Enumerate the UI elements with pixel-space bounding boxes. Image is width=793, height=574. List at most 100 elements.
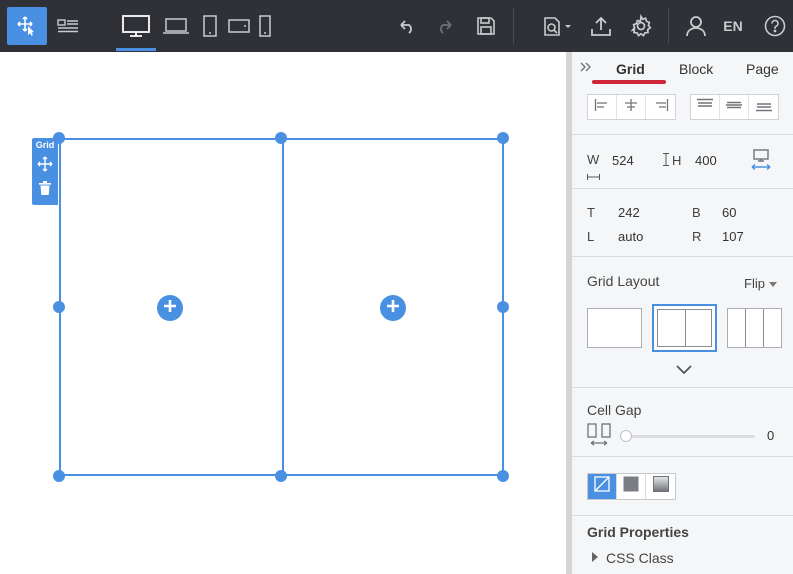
align-middle-button[interactable] <box>720 95 749 119</box>
device-tablet-landscape-button[interactable] <box>226 0 252 52</box>
top-toolbar: EN <box>0 0 793 52</box>
align-right-icon <box>653 98 669 117</box>
align-bottom-icon <box>755 98 773 117</box>
resize-handle-top-right[interactable] <box>497 132 509 144</box>
undo-icon <box>396 18 416 34</box>
panel-divider <box>572 456 793 457</box>
gradient-fill-icon <box>652 476 669 497</box>
double-chevron-right-icon <box>580 59 591 77</box>
resize-handle-bottom-middle[interactable] <box>275 470 287 482</box>
tab-page[interactable]: Page <box>746 61 779 77</box>
toolbar-divider <box>668 8 669 44</box>
align-left-icon <box>594 98 610 117</box>
account-button[interactable] <box>682 0 710 52</box>
panel-divider <box>572 256 793 257</box>
flip-label: Flip <box>744 275 765 291</box>
redo-button[interactable] <box>433 0 459 52</box>
panel-divider <box>572 188 793 189</box>
grid-element-tag: Grid <box>32 138 58 205</box>
active-device-indicator <box>116 48 156 51</box>
tab-grid[interactable]: Grid <box>616 61 645 77</box>
desktop-icon <box>121 14 151 38</box>
chevron-down-icon <box>676 362 692 379</box>
align-center-button[interactable] <box>617 95 646 119</box>
device-tablet-button[interactable] <box>199 0 221 52</box>
add-block-button-cell-2[interactable] <box>380 295 406 321</box>
undo-button[interactable] <box>393 0 419 52</box>
select-tool-button[interactable] <box>7 7 47 45</box>
layout-option-2-columns[interactable] <box>652 304 717 352</box>
cell-gap-slider-track[interactable] <box>625 435 755 438</box>
device-laptop-button[interactable] <box>160 0 192 52</box>
publish-button[interactable] <box>587 0 615 52</box>
height-arrow-icon <box>663 153 669 171</box>
solid-fill-icon <box>623 476 639 497</box>
expand-layouts-button[interactable] <box>676 362 692 380</box>
cell-gap-value: 0 <box>767 428 775 443</box>
language-selector[interactable]: EN <box>718 0 748 52</box>
css-class-toggle[interactable]: CSS Class <box>592 549 674 567</box>
layout-preview <box>657 309 712 347</box>
layout-option-1-column[interactable] <box>587 308 642 348</box>
left-label: L <box>587 229 595 244</box>
align-top-button[interactable] <box>691 95 720 119</box>
save-button[interactable] <box>473 0 499 52</box>
save-icon <box>476 16 496 36</box>
grid-column-divider <box>282 140 284 474</box>
align-bottom-button[interactable] <box>749 95 778 119</box>
cell-gap-slider-handle[interactable] <box>620 430 632 442</box>
bottom-value[interactable]: 60 <box>722 205 736 220</box>
vertical-align-group <box>690 94 779 120</box>
device-mobile-button[interactable] <box>256 0 274 52</box>
resize-handle-bottom-left[interactable] <box>53 470 65 482</box>
background-color-button[interactable] <box>617 474 646 499</box>
resize-handle-bottom-right[interactable] <box>497 470 509 482</box>
add-block-button-cell-1[interactable] <box>157 295 183 321</box>
resize-handle-top-middle[interactable] <box>275 132 287 144</box>
background-type-group <box>587 473 676 500</box>
move-cursor-icon <box>16 15 38 37</box>
top-value[interactable]: 242 <box>618 205 640 220</box>
help-button[interactable] <box>762 0 788 52</box>
layers-button[interactable] <box>54 0 82 52</box>
cell-gap-icon <box>587 423 611 452</box>
column-line <box>745 309 746 347</box>
mobile-icon <box>259 15 271 37</box>
move-arrows-icon <box>37 156 53 177</box>
height-value[interactable]: 400 <box>695 153 717 168</box>
width-value[interactable]: 524 <box>612 153 634 168</box>
right-value[interactable]: 107 <box>722 229 744 244</box>
device-desktop-button[interactable] <box>118 0 154 52</box>
fit-to-screen-button[interactable] <box>750 148 772 177</box>
move-grid-button[interactable] <box>37 156 53 177</box>
left-value[interactable]: auto <box>618 229 643 244</box>
column-line <box>684 310 686 346</box>
settings-button[interactable] <box>627 0 655 52</box>
layout-option-3-columns[interactable] <box>727 308 782 348</box>
flip-dropdown[interactable]: Flip <box>744 274 777 292</box>
caret-down-icon <box>768 274 777 292</box>
background-gradient-button[interactable] <box>646 474 675 499</box>
column-line <box>763 309 764 347</box>
grid-element[interactable] <box>59 138 504 476</box>
tab-block[interactable]: Block <box>679 61 713 77</box>
resize-handle-top-left[interactable] <box>53 132 65 144</box>
resize-handle-middle-left[interactable] <box>53 301 65 313</box>
align-left-button[interactable] <box>588 95 617 119</box>
align-top-icon <box>696 98 714 117</box>
align-middle-icon <box>725 98 743 117</box>
active-tab-indicator <box>592 80 666 84</box>
grid-layout-title: Grid Layout <box>587 273 660 289</box>
upload-icon <box>590 15 612 37</box>
plus-icon <box>163 299 177 318</box>
background-none-button[interactable] <box>588 474 617 499</box>
help-icon <box>764 15 786 37</box>
resize-handle-middle-right[interactable] <box>497 301 509 313</box>
panel-divider <box>572 134 793 135</box>
delete-grid-button[interactable] <box>37 180 53 198</box>
align-right-button[interactable] <box>646 95 675 119</box>
preview-button[interactable] <box>538 0 576 52</box>
laptop-icon <box>162 17 190 35</box>
collapse-panel-button[interactable] <box>579 61 591 75</box>
editor-canvas[interactable]: Grid <box>0 52 568 574</box>
